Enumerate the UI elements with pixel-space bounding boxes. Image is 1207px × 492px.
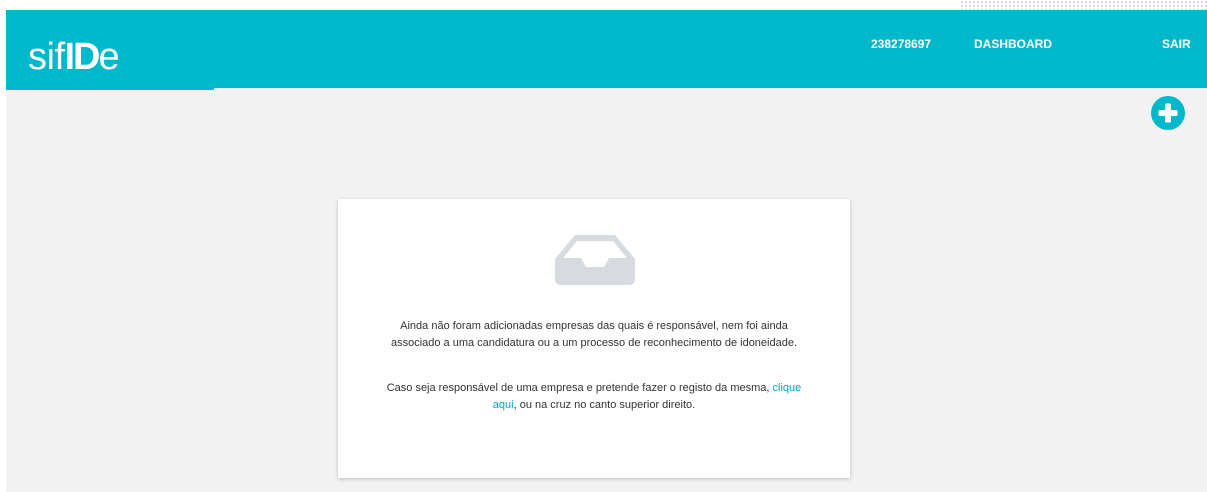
register-text-start: Caso seja responsável de uma empresa e p… xyxy=(386,382,773,394)
register-instructions: Caso seja responsável de uma empresa e p… xyxy=(378,380,810,414)
register-text-end: , ou na cruz no canto superior direito. xyxy=(513,399,696,411)
logout-link[interactable]: SAIR xyxy=(1162,10,1191,88)
plus-circle-icon xyxy=(1158,103,1178,123)
logo-text-light: sif xyxy=(28,36,65,78)
dashboard-link[interactable]: DASHBOARD xyxy=(974,10,1052,88)
sifide-logo[interactable]: sifIDe xyxy=(28,27,120,87)
header-underline xyxy=(6,88,214,90)
empty-state-message: Ainda não foram adicionadas empresas das… xyxy=(390,320,798,349)
decorative-dot-pattern xyxy=(960,0,1207,10)
user-nif-link[interactable]: 238278697 xyxy=(871,10,931,88)
logo-text-end: e xyxy=(98,36,120,78)
logo-text-bold: ID xyxy=(64,36,101,78)
add-company-button[interactable] xyxy=(1151,96,1185,130)
inbox-tray-icon xyxy=(555,235,635,285)
empty-state-card: Ainda não foram adicionadas empresas das… xyxy=(338,199,850,478)
